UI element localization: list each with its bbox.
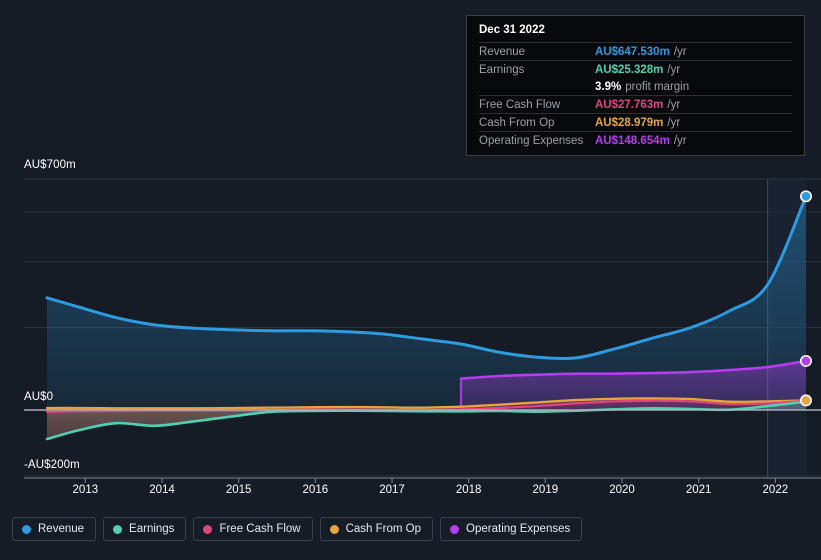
tooltip-row: Revenue AU$647.530m/yr (479, 42, 792, 60)
tooltip-date: Dec 31 2022 (479, 24, 545, 36)
chart-tooltip: Dec 31 2022 Revenue AU$647.530m/yr Earning… (466, 15, 805, 156)
tooltip-row-value: 3.9% (595, 80, 622, 93)
legend-item-operating-expenses[interactable]: Operating Expenses (440, 517, 583, 541)
legend-color-dot-icon (450, 524, 460, 534)
x-axis-tick-2021: 2021 (685, 484, 712, 496)
x-axis-tick-2022: 2022 (762, 484, 789, 496)
legend-item-label: Operating Expenses (466, 523, 571, 535)
x-axis-tick-2013: 2013 (72, 484, 99, 496)
tooltip-row: Earnings AU$25.328m/yr (479, 60, 792, 78)
chart-legend: Revenue Earnings Free Cash Flow Cash From O… (12, 517, 583, 541)
tooltip-row-value: AU$647.530m (595, 45, 670, 58)
tooltip-row-value: AU$27.763m (595, 98, 664, 111)
tooltip-row: Operating Expenses AU$148.654m/yr (479, 131, 792, 149)
x-axis-tick-2016: 2016 (302, 484, 329, 496)
tooltip-row: Cash From Op AU$28.979m/yr (479, 113, 792, 131)
tooltip-row-value: AU$148.654m (595, 134, 670, 147)
y-axis-label-zero: AU$0 (24, 391, 54, 403)
tooltip-row-label: Cash From Op (479, 116, 555, 129)
x-axis-tick-2014: 2014 (149, 484, 175, 496)
legend-item-label: Earnings (129, 523, 175, 535)
chart-area-fills (47, 196, 806, 440)
financial-chart-page: AU$700m AU$0 -AU$200m 2013 2014 2015 2016 20… (0, 0, 821, 560)
tooltip-row-suffix: /yr (667, 116, 681, 129)
tooltip-row-label: Free Cash Flow (479, 98, 561, 111)
tooltip-row: Free Cash Flow AU$27.763m/yr (479, 95, 792, 113)
legend-item-label: Free Cash Flow (219, 523, 301, 535)
tooltip-row-suffix: profit margin (625, 80, 690, 93)
y-axis-label-bottom: -AU$200m (24, 459, 80, 471)
chart-x-axis (24, 477, 821, 483)
legend-item-earnings[interactable]: Earnings (103, 517, 187, 541)
tooltip-row-label: Operating Expenses (479, 134, 584, 147)
tooltip-row-value: AU$25.328m (595, 63, 664, 76)
tooltip-row-suffix: /yr (673, 45, 687, 58)
tooltip-row-value: AU$28.979m (595, 116, 664, 129)
legend-item-cash-from-op[interactable]: Cash From Op (319, 517, 434, 541)
legend-color-dot-icon (329, 524, 339, 534)
tooltip-row-label: Revenue (479, 45, 526, 58)
tooltip-row: 3.9% profit margin (479, 78, 792, 95)
x-axis-tick-2015: 2015 (225, 484, 252, 496)
legend-item-revenue[interactable]: Revenue (12, 517, 97, 541)
legend-item-free-cash-flow[interactable]: Free Cash Flow (193, 517, 313, 541)
x-axis-tick-2019: 2019 (532, 484, 559, 496)
legend-color-dot-icon (22, 524, 31, 534)
legend-item-label: Cash From Op (345, 523, 422, 535)
tooltip-row-suffix: /yr (667, 98, 681, 111)
tooltip-rows: Revenue AU$647.530m/yr Earnings AU$25.328m /… (479, 42, 792, 149)
legend-item-label: Revenue (38, 523, 85, 535)
x-axis-tick-2020: 2020 (609, 484, 635, 496)
x-axis-tick-2017: 2017 (379, 484, 405, 496)
x-axis-tick-2018: 2018 (455, 484, 482, 496)
tooltip-row-suffix: /yr (667, 63, 681, 76)
tooltip-row-label: Earnings (479, 63, 525, 76)
legend-color-dot-icon (113, 524, 123, 534)
legend-color-dot-icon (203, 524, 213, 534)
y-axis-label-top: AU$700m (24, 159, 76, 171)
tooltip-row-suffix: /yr (673, 134, 687, 147)
